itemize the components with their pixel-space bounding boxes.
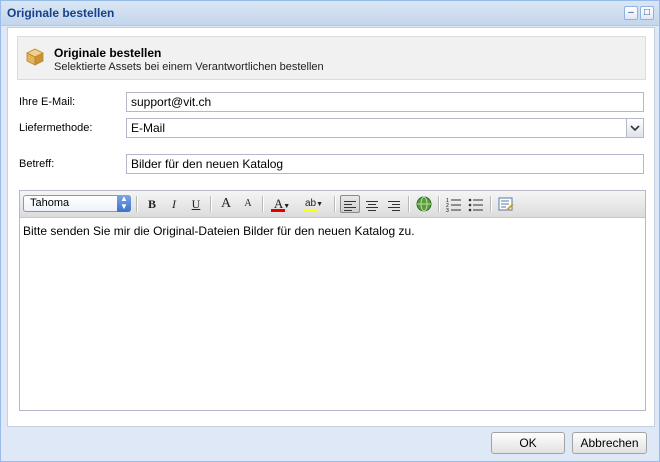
toolbar-separator [408, 196, 410, 212]
toolbar-separator [438, 196, 440, 212]
delivery-method-value: E-Mail [131, 121, 166, 135]
editor-toolbar: Tahoma ▲ ▼ B I U A A A▼ ab▼ 1 2 3 [20, 191, 645, 218]
ordered-list-icon: 123 [446, 198, 461, 214]
email-label: Ihre E-Mail: [19, 96, 76, 108]
dialog-footer: OK Abbrechen [1, 426, 659, 461]
toolbar-separator [210, 196, 212, 212]
toolbar-separator [334, 196, 336, 212]
svg-text:3: 3 [446, 208, 449, 213]
source-edit-icon [498, 197, 514, 211]
highlight-color-button[interactable]: ab▼ [300, 195, 328, 213]
maximize-button[interactable]: □ [640, 6, 654, 20]
subject-label: Betreff: [19, 158, 55, 170]
chevron-down-icon [630, 125, 640, 132]
info-header: Originale bestellen Selektierte Assets b… [17, 36, 646, 80]
align-center-icon [366, 199, 378, 213]
delivery-method-select[interactable]: E-Mail [126, 118, 644, 138]
highlight-color-swatch [303, 209, 317, 212]
html-editor: Tahoma ▲ ▼ B I U A A A▼ ab▼ 1 2 3 Bitte … [19, 190, 646, 411]
align-left-button[interactable] [340, 195, 360, 213]
insert-link-button[interactable] [414, 195, 434, 213]
font-family-value: Tahoma [30, 197, 70, 209]
toolbar-separator [490, 196, 492, 212]
maximize-icon: □ [643, 7, 651, 18]
ordered-list-button[interactable]: 123 [444, 195, 464, 214]
italic-button[interactable]: I [164, 195, 184, 213]
font-color-swatch [271, 209, 285, 212]
source-edit-button[interactable] [496, 195, 516, 213]
package-icon [26, 48, 44, 66]
header-subtitle: Selektierte Assets bei einem Verantwortl… [54, 61, 324, 73]
toolbar-separator [136, 196, 138, 212]
dialog-body: Originale bestellen Selektierte Assets b… [7, 27, 655, 427]
align-center-button[interactable] [362, 195, 382, 213]
align-right-button[interactable] [384, 195, 404, 213]
unordered-list-icon [468, 198, 483, 212]
dialog-title: Originale bestellen [7, 6, 115, 20]
chevron-down-icon: ▼ [316, 201, 324, 208]
font-family-select[interactable]: Tahoma ▲ ▼ [23, 195, 131, 212]
select-arrows-icon: ▲ ▼ [117, 195, 131, 212]
font-color-button[interactable]: A▼ [268, 195, 296, 213]
order-originals-dialog: Originale bestellen ‒ □ Originale bestel… [0, 0, 660, 462]
shrink-text-button[interactable]: A [238, 195, 258, 213]
email-field[interactable]: support@vit.ch [126, 92, 644, 112]
bold-button[interactable]: B [142, 195, 162, 213]
dropdown-trigger[interactable] [626, 119, 643, 137]
delivery-method-label: Liefermethode: [19, 122, 93, 134]
cancel-button[interactable]: Abbrechen [572, 432, 647, 454]
editor-content[interactable]: Bitte senden Sie mir die Original-Dateie… [23, 224, 415, 238]
link-icon [416, 196, 432, 212]
highlight-label: ab [304, 198, 317, 209]
underline-button[interactable]: U [186, 195, 206, 213]
toolbar-separator [262, 196, 264, 212]
ok-button[interactable]: OK [491, 432, 565, 454]
header-title: Originale bestellen [54, 46, 162, 60]
minimize-button[interactable]: ‒ [624, 6, 638, 20]
grow-text-button[interactable]: A [216, 195, 236, 213]
align-right-icon [388, 199, 400, 213]
minimize-icon: ‒ [628, 7, 634, 18]
unordered-list-button[interactable] [466, 195, 486, 213]
title-bar[interactable]: Originale bestellen ‒ □ [1, 1, 659, 26]
subject-field[interactable]: Bilder für den neuen Katalog [126, 154, 644, 174]
align-left-icon [344, 199, 356, 213]
